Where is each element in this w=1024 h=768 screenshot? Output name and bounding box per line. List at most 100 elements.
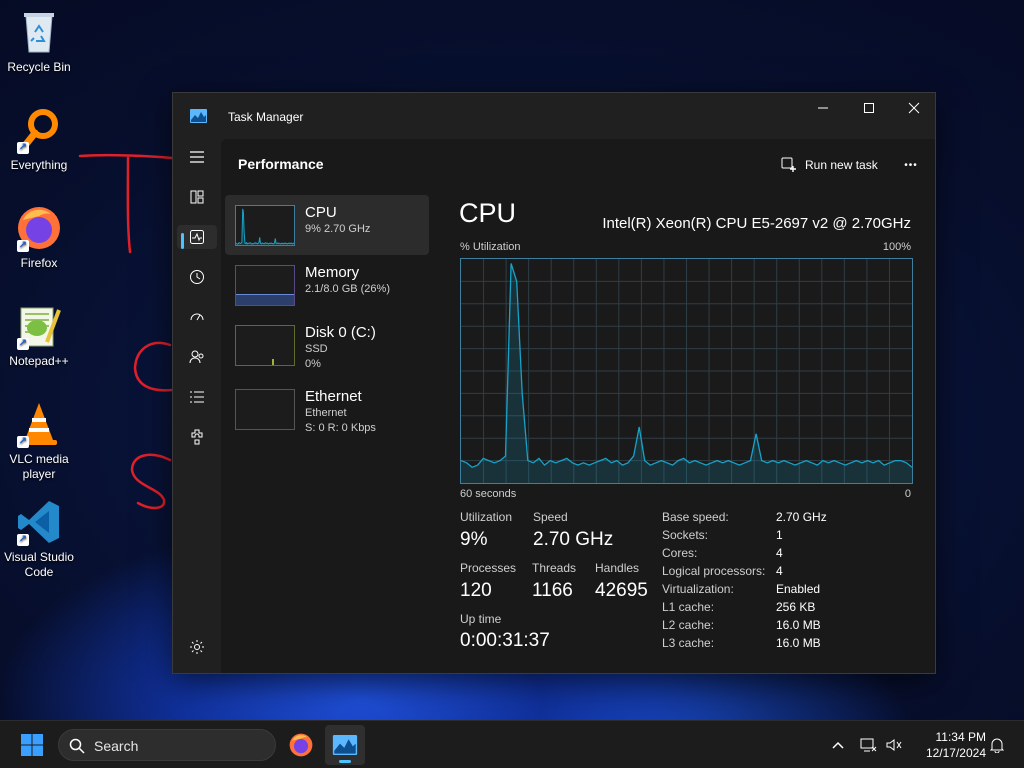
- nav-performance[interactable]: [177, 225, 217, 249]
- resource-type: Ethernet: [305, 407, 347, 419]
- desktop-icon-notepadpp[interactable]: ↗ Notepad++: [0, 302, 78, 369]
- clock-time: 11:34 PM: [935, 730, 986, 744]
- volume-button[interactable]: [884, 735, 904, 755]
- spec-key: L3 cache:: [662, 636, 715, 650]
- show-hidden-icons-button[interactable]: [828, 735, 848, 755]
- uptime-label: Up time: [460, 612, 502, 626]
- more-options-button[interactable]: •••: [897, 151, 925, 179]
- nav-settings[interactable]: [185, 635, 209, 659]
- title-bar[interactable]: Task Manager: [173, 93, 935, 139]
- settings-gear-icon: [190, 640, 204, 654]
- desktop-icon-vscode[interactable]: ↗ Visual Studio Code: [0, 498, 78, 580]
- close-icon: [908, 102, 920, 114]
- cpu-title: CPU: [459, 198, 517, 228]
- speed-label: Speed: [533, 510, 568, 524]
- processes-label: Processes: [460, 561, 517, 575]
- graph-min-label: 0: [904, 488, 911, 500]
- nav-details[interactable]: [185, 385, 209, 409]
- desktop-icon-recycle-bin[interactable]: Recycle Bin: [0, 8, 78, 75]
- utilization-label: Utilization: [460, 510, 513, 524]
- desktop-icon-label: Everything: [10, 158, 68, 172]
- users-icon: [189, 350, 204, 364]
- resource-detail: 2.1/8.0 GB (26%): [305, 283, 390, 295]
- graph-max-label: 100%: [882, 241, 911, 253]
- processes-value: 120: [460, 580, 492, 601]
- firefox-icon: [289, 733, 313, 757]
- graph-time-span: 60 seconds: [460, 488, 517, 500]
- spec-value: 1: [776, 528, 783, 542]
- cpu-graph-canvas: [460, 259, 913, 483]
- resource-name: Disk 0 (C:): [305, 324, 376, 341]
- system-clock[interactable]: 11:34 PM 12/17/2024: [906, 729, 986, 761]
- startup-apps-icon: [190, 313, 204, 321]
- nav-startup-apps[interactable]: [185, 305, 209, 329]
- cpu-thumbnail-graph: [235, 205, 295, 246]
- network-status-button[interactable]: [859, 735, 879, 755]
- recycle-bin-icon: [15, 8, 63, 56]
- resource-memory[interactable]: Memory 2.1/8.0 GB (26%): [225, 255, 429, 315]
- task-manager-icon: [332, 735, 358, 755]
- running-indicator: [339, 760, 351, 763]
- more-dots-icon: •••: [904, 159, 918, 171]
- hamburger-menu-button[interactable]: [185, 145, 209, 169]
- taskbar-search[interactable]: Search: [58, 729, 276, 761]
- page-header: Performance Run new task •••: [221, 139, 935, 187]
- app-history-icon: [190, 270, 204, 284]
- start-button[interactable]: [14, 729, 50, 761]
- windows-logo-icon: [21, 734, 43, 756]
- shortcut-arrow-icon: ↗: [17, 436, 29, 448]
- desktop-icon-firefox[interactable]: ↗ Firefox: [0, 204, 78, 271]
- desktop-icon-label: Firefox: [20, 256, 58, 270]
- minimize-button[interactable]: [800, 93, 846, 123]
- desktop-icon-label: Notepad++: [9, 354, 69, 368]
- taskbar-task-manager[interactable]: [325, 725, 365, 765]
- active-indicator: [181, 233, 184, 249]
- resource-name: Memory: [305, 264, 360, 281]
- resource-cpu[interactable]: CPU 9% 2.70 GHz: [225, 195, 429, 255]
- resource-ethernet[interactable]: Ethernet Ethernet S: 0 R: 0 Kbps: [225, 381, 429, 441]
- hamburger-icon: [190, 151, 204, 163]
- cpu-thumbnail-line: [236, 208, 294, 245]
- nav-services[interactable]: [185, 425, 209, 449]
- spec-value: 4: [776, 546, 783, 560]
- resource-type: SSD: [305, 343, 328, 355]
- maximize-icon: [864, 103, 874, 113]
- run-task-icon: [781, 157, 796, 172]
- clock-date: 12/17/2024: [925, 746, 986, 760]
- memory-thumbnail-graph: [235, 265, 295, 306]
- ethernet-thumbnail-graph: [235, 389, 295, 430]
- spec-value: 256 KB: [776, 600, 816, 614]
- maximize-button[interactable]: [846, 93, 892, 123]
- spec-key: L2 cache:: [662, 618, 715, 632]
- thumb-line: [236, 208, 294, 245]
- desktop-icon-label: VLC media player: [9, 452, 69, 481]
- nav-app-history[interactable]: [185, 265, 209, 289]
- taskbar: Search 11:34 PM 12/17/2024: [0, 720, 1024, 768]
- disk-spike: [272, 359, 274, 365]
- handles-label: Handles: [595, 561, 640, 575]
- cpu-detail-pane: CPU Intel(R) Xeon(R) CPU E5-2697 v2 @ 2.…: [457, 187, 935, 673]
- search-icon: [69, 738, 85, 754]
- memory-fill: [236, 294, 294, 305]
- spec-value: Enabled: [776, 582, 821, 596]
- taskbar-firefox[interactable]: [281, 725, 321, 765]
- volume-muted-icon: [886, 739, 902, 751]
- content-area: Performance Run new task ••• CPU 9% 2.70…: [221, 139, 935, 673]
- cpu-model: Intel(R) Xeon(R) CPU E5-2697 v2 @ 2.70GH…: [602, 215, 911, 232]
- task-manager-window: Task Manager Performance Run new task ••…: [172, 92, 936, 674]
- nav-processes[interactable]: [185, 185, 209, 209]
- close-button[interactable]: [891, 93, 937, 123]
- uptime-value: 0:00:31:37: [460, 630, 550, 651]
- spec-key: Logical processors:: [662, 564, 766, 578]
- run-new-task-button[interactable]: Run new task: [775, 151, 884, 179]
- nav-users[interactable]: [185, 345, 209, 369]
- notifications-button[interactable]: [987, 735, 1007, 755]
- shortcut-arrow-icon: ↗: [17, 338, 29, 350]
- resource-disk[interactable]: Disk 0 (C:) SSD 0%: [225, 315, 429, 375]
- desktop-icon-everything[interactable]: ↗ Everything: [0, 106, 78, 173]
- disk-thumbnail-graph: [235, 325, 295, 366]
- spec-value: 16.0 MB: [776, 636, 821, 650]
- resource-detail: S: 0 R: 0 Kbps: [305, 422, 376, 434]
- details-icon: [190, 391, 204, 403]
- desktop-icon-vlc[interactable]: ↗ VLC media player: [0, 400, 78, 482]
